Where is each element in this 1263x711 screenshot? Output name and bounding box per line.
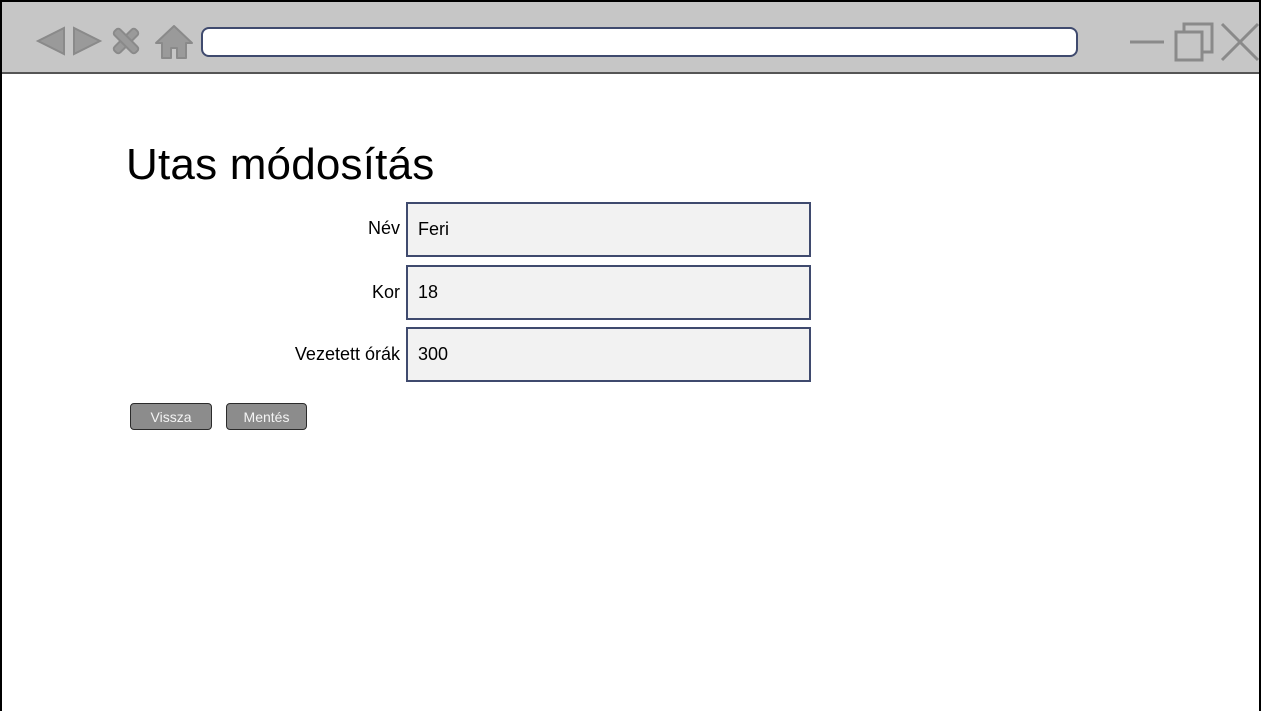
address-bar[interactable] [201,27,1078,57]
name-label: Név [367,218,400,238]
driven-hours-label: Vezetett órák [294,344,400,364]
age-label: Kor [371,282,400,302]
page-title: Utas módosítás [126,140,435,189]
forward-arrow-icon[interactable] [70,24,104,58]
browser-window: Utas módosítás Név Feri Kor 18 Vezetett … [0,0,1261,711]
home-icon[interactable] [154,24,194,60]
restore-icon[interactable] [1172,20,1218,64]
back-arrow-icon[interactable] [34,24,68,58]
driven-hours-input[interactable]: 300 [406,327,811,382]
save-button[interactable]: Mentés [226,403,307,430]
stop-icon[interactable] [109,24,143,58]
name-input[interactable]: Feri [406,202,811,257]
back-button[interactable]: Vissza [130,403,212,430]
minimize-icon[interactable] [1128,22,1168,62]
browser-toolbar [2,2,1262,74]
close-icon[interactable] [1218,20,1262,64]
age-input[interactable]: 18 [406,265,811,320]
